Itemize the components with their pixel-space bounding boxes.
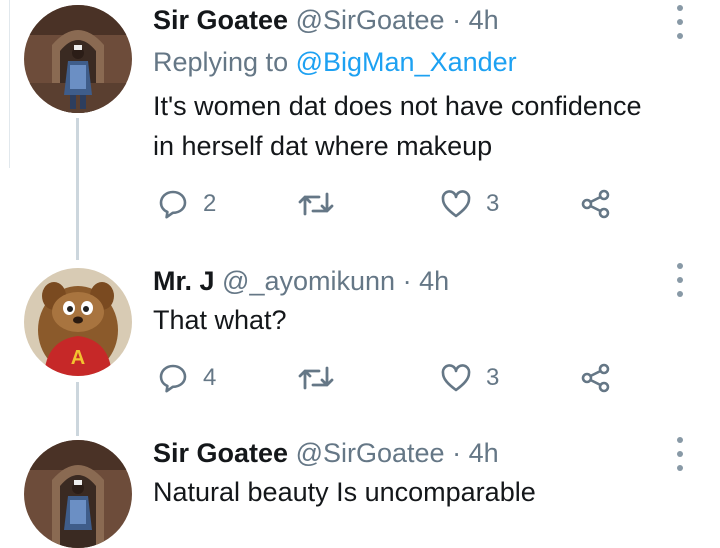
reply-icon [157,188,189,220]
reply-count: 4 [203,364,217,391]
heart-icon [440,188,472,220]
timestamp[interactable]: 4h [419,266,449,296]
timestamp[interactable]: 4h [469,438,499,468]
user-handle[interactable]: @SirGoatee [296,5,445,35]
side-divider [0,0,10,168]
like-count: 3 [486,190,500,217]
user-handle[interactable]: @_ayomikunn [222,266,395,296]
reply-button[interactable]: 2 [157,187,216,221]
more-icon[interactable] [670,5,690,39]
tweet-header: Sir Goatee @SirGoatee · 4h [153,437,499,469]
reply-icon [157,362,189,394]
reply-count: 2 [203,190,217,217]
heart-icon [440,362,472,394]
retweet-button[interactable] [296,187,336,221]
reply-button[interactable]: 4 [157,361,216,395]
separator: · [452,5,462,35]
user-handle[interactable]: @SirGoatee [296,438,445,468]
avatar[interactable] [24,440,132,548]
retweet-icon [296,188,336,220]
tweet-header: Sir Goatee @SirGoatee · 4h [153,4,499,36]
timestamp[interactable]: 4h [469,5,499,35]
separator: · [452,438,462,468]
like-count: 3 [486,364,500,391]
like-button[interactable]: 3 [440,361,499,395]
display-name[interactable]: Sir Goatee [153,438,288,468]
avatar[interactable] [24,5,132,113]
thread-connector [76,382,79,436]
share-button[interactable] [580,187,612,221]
replying-to: Replying to @BigMan_Xander [153,44,517,80]
mention-link[interactable]: @BigMan_Xander [296,47,517,77]
tweet-text-line: Natural beauty Is uncomparable [153,477,536,507]
display-name[interactable]: Sir Goatee [153,5,288,35]
tweet-header: Mr. J @_ayomikunn · 4h [153,265,449,297]
replying-to-label: Replying to [153,47,289,77]
tweet-text-line: That what? [153,305,287,335]
tweet-text-line: in herself dat where makeup [153,131,493,161]
thread-connector [76,118,79,260]
avatar[interactable]: A [24,268,132,376]
display-name[interactable]: Mr. J [153,266,215,296]
retweet-icon [296,362,336,394]
tweet-text-line: It's women dat does not have confidence [153,91,642,121]
like-button[interactable]: 3 [440,187,499,221]
share-button[interactable] [580,361,612,395]
separator: · [402,266,412,296]
retweet-button[interactable] [296,361,336,395]
svg-text:A: A [71,347,85,369]
share-icon [580,188,612,220]
more-icon[interactable] [670,437,690,471]
share-icon [580,362,612,394]
more-icon[interactable] [670,263,690,297]
